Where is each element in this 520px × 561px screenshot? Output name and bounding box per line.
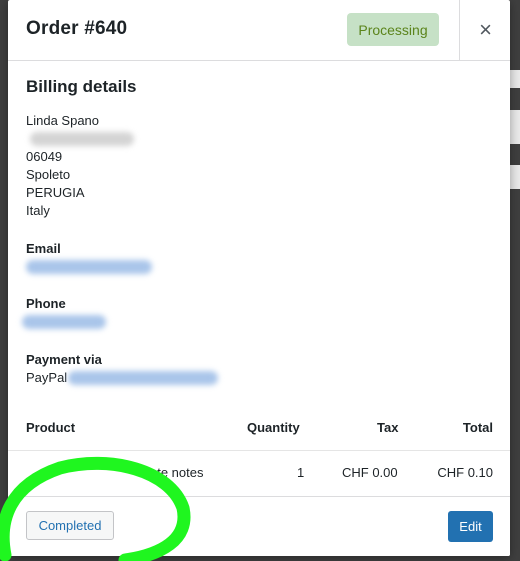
close-button[interactable]: × bbox=[459, 0, 510, 60]
row-total: CHF 0.10 bbox=[437, 465, 493, 480]
phone-label: Phone bbox=[26, 296, 66, 311]
row-quantity: 1 bbox=[297, 465, 305, 480]
billing-province: PERUGIA bbox=[26, 185, 85, 200]
payment-label: Payment via bbox=[26, 352, 102, 367]
redacted-email-link[interactable] bbox=[26, 260, 152, 274]
billing-heading: Billing details bbox=[26, 77, 137, 96]
column-quantity: Quantity bbox=[247, 420, 300, 435]
redacted-phone-link[interactable] bbox=[22, 315, 106, 329]
status-badge: Processing bbox=[347, 13, 439, 46]
modal-footer: Completed Edit bbox=[8, 496, 510, 556]
redacted-transaction-id[interactable] bbox=[68, 371, 218, 385]
column-total: Total bbox=[462, 420, 493, 435]
redacted-address bbox=[30, 132, 134, 146]
row-tax: CHF 0.00 bbox=[342, 465, 398, 480]
order-title: Order #640 bbox=[26, 18, 128, 39]
row-product: ate notes bbox=[150, 465, 204, 480]
column-tax: Tax bbox=[377, 420, 399, 435]
payment-method: PayPal bbox=[26, 370, 68, 385]
close-icon: × bbox=[479, 17, 492, 42]
billing-postcode: 06049 bbox=[26, 149, 63, 164]
modal-body: Billing details Linda Spano 06049 Spolet… bbox=[8, 61, 510, 496]
billing-name: Linda Spano bbox=[26, 113, 100, 128]
billing-city: Spoleto bbox=[26, 167, 71, 182]
column-product: Product bbox=[26, 420, 76, 435]
email-label: Email bbox=[26, 241, 61, 256]
mark-completed-button[interactable]: Completed bbox=[26, 511, 114, 540]
products-table-header: Product Quantity Tax Total bbox=[8, 406, 510, 451]
edit-button[interactable]: Edit bbox=[448, 511, 493, 542]
order-preview-modal: Order #640 Processing × Billing details … bbox=[8, 0, 510, 556]
billing-country: Italy bbox=[26, 203, 50, 218]
modal-header: Order #640 Processing × bbox=[8, 0, 510, 61]
